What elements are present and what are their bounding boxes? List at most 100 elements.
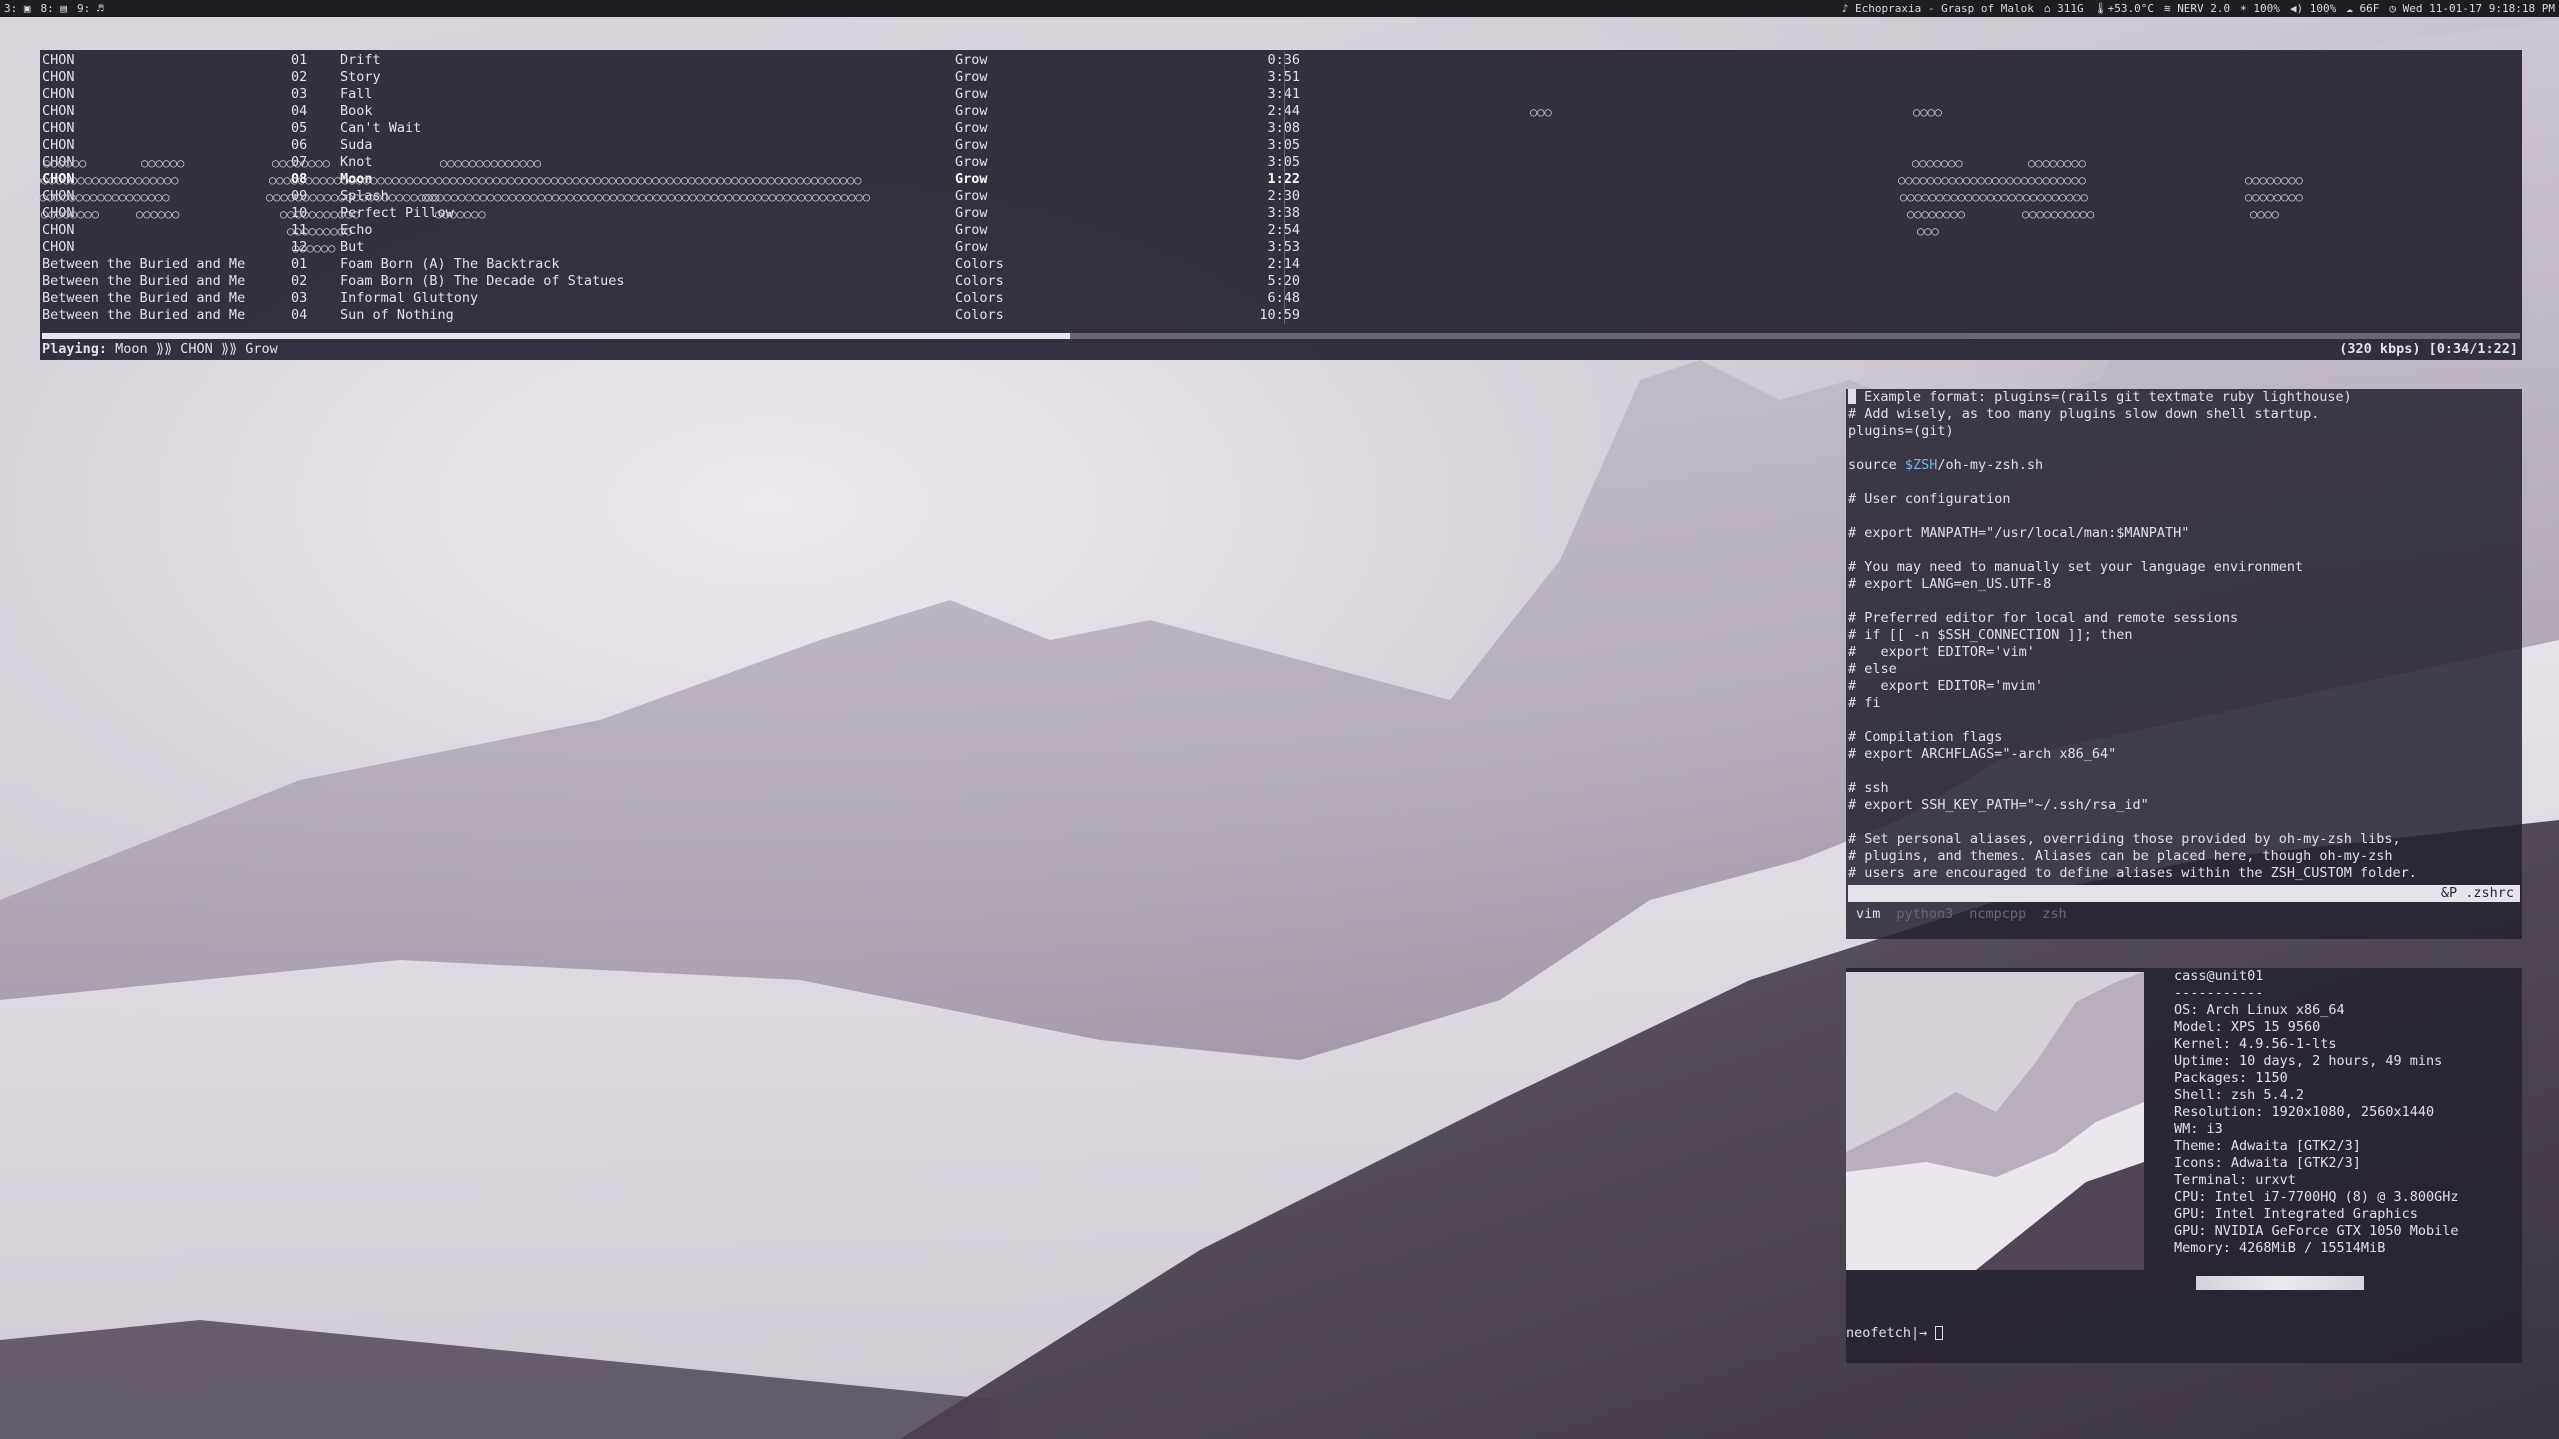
- workspace-9[interactable]: 9: ♬: [77, 0, 104, 17]
- playlist-row[interactable]: CHON 06 Suda Grow 3:05: [42, 137, 1300, 154]
- track-title: Book: [340, 103, 373, 119]
- visualizer-bar: ○○○: [1917, 224, 1939, 238]
- workspace-label: 3:: [4, 2, 18, 15]
- workspace-list: 3: ▣ 8: ▤ 9: ♬: [4, 0, 104, 17]
- vim-line: [1848, 593, 2520, 610]
- vim-text: # if [[ -n $SSH_CONNECTION ]]; then: [1848, 627, 2133, 643]
- track-artist: CHON: [42, 86, 75, 102]
- playlist-row[interactable]: CHON12ButGrow3:53: [42, 239, 1300, 256]
- track-album: Colors: [955, 256, 1004, 272]
- playlist-row[interactable]: CHON11EchoGrow2:54: [42, 222, 1300, 239]
- track-number: 05: [291, 120, 308, 136]
- visualizer-bar: ○○○○: [1913, 105, 1942, 119]
- speaker-icon: ◀): [2289, 2, 2304, 15]
- playlist-row[interactable]: Between the Buried and Me 04 Sun of Nothin…: [42, 307, 1300, 324]
- workspace-8[interactable]: 8: ▤: [41, 0, 68, 17]
- clock-value: Wed 11-01-17 9:18:18 PM: [2402, 2, 2555, 15]
- track-title: Foam Born (B) The Decade of Statues: [340, 273, 625, 289]
- vim-text: # export SSH_KEY_PATH="~/.ssh/rsa_id": [1848, 797, 2149, 813]
- vim-statusline: &P .zshrc: [1848, 885, 2520, 902]
- brightness-icon: ☀: [2240, 2, 2247, 15]
- vim-line: # export LANG=en_US.UTF-8: [1848, 576, 2520, 593]
- player-statusline: Playing: Moon ⟫⟫ CHON ⟫⟫ Grow (320 kbps)…: [42, 340, 2520, 358]
- track-duration: 2:14: [1228, 256, 1300, 273]
- track-number: 01: [291, 256, 308, 272]
- track-album: Grow: [955, 120, 988, 136]
- track-title: But: [340, 239, 365, 255]
- info-line: Shell: zsh 5.4.2: [2174, 1087, 2305, 1103]
- info-line: Uptime: 10 days, 2 hours, 49 mins: [2174, 1053, 2443, 1069]
- track-duration: 3:41: [1228, 86, 1300, 103]
- info-line: Resolution: 1920x1080, 2560x1440: [2174, 1104, 2435, 1120]
- track-title: Knot: [340, 154, 373, 170]
- vim-terminal-window[interactable]: Example format: plugins=(rails git textm…: [1846, 389, 2522, 939]
- vim-line: [1848, 542, 2520, 559]
- shell-prompt[interactable]: neofetch|→: [1846, 1325, 1944, 1342]
- playlist-row[interactable]: CHON 03 Fall Grow 3:41: [42, 86, 1300, 103]
- song-progress-bar[interactable]: [42, 333, 2520, 339]
- separator: ⟫⟫: [155, 341, 173, 357]
- visualizer-bar: ○○○○○○○○○○○○○○○○○○○○: [34, 173, 179, 187]
- vim-line: # export ARCHFLAGS="-arch x86_64": [1848, 746, 2520, 763]
- playlist-row[interactable]: CHON07KnotGrow3:05: [42, 154, 1300, 171]
- playing-artist: CHON: [180, 341, 213, 357]
- audio-visualizer: ○○○ ○○○○ ○○○○○○ ○○○○○○ ○○○○○○○○ ○○○○○○○○○○○○○…: [25, 52, 2500, 322]
- vim-variable: $ZSH: [1904, 457, 1938, 473]
- track-album: Grow: [955, 171, 988, 187]
- info-line: WM: i3: [2174, 1121, 2223, 1137]
- track-artist: Between the Buried and Me: [42, 256, 246, 272]
- track-artist: CHON: [42, 69, 75, 85]
- track-artist: CHON: [42, 137, 75, 153]
- playlist-divider: [1284, 52, 1285, 324]
- vim-text: # export EDITOR='vim': [1848, 644, 2035, 660]
- visualizer-bar: ○○○○: [2250, 207, 2279, 221]
- vim-text: # User configuration: [1848, 491, 2011, 507]
- info-line: Kernel: 4.9.56-1-lts: [2174, 1036, 2337, 1052]
- info-line: Terminal: urxvt: [2174, 1172, 2296, 1188]
- playlist-row[interactable]: Between the Buried and Me 03 Informal Glut…: [42, 290, 1300, 307]
- tmux-tab[interactable]: zsh: [2034, 906, 2074, 923]
- track-artist: Between the Buried and Me: [42, 273, 246, 289]
- vim-buffer[interactable]: Example format: plugins=(rails git textm…: [1848, 389, 2520, 882]
- tmux-tab[interactable]: python3: [1888, 906, 1961, 923]
- track-title: Drift: [340, 52, 381, 68]
- visualizer-bar: ○○○○○○○○○○○○○○○○○○○○: [25, 190, 170, 204]
- music-player-window[interactable]: CHON01DriftGrow0:36CHON02StoryGrow3:51CH…: [25, 50, 2522, 360]
- neofetch-terminal-window[interactable]: cass@unit01 ----------- OS: Arch Linux x…: [1846, 968, 2522, 1363]
- vim-line: # fi: [1848, 695, 2520, 712]
- visualizer-bar: ○○○○○○○○○○○: [280, 207, 360, 221]
- vim-line: # export SSH_KEY_PATH="~/.ssh/rsa_id": [1848, 797, 2520, 814]
- track-duration: 10:59: [1259, 307, 1300, 323]
- top-status-bar: 3: ▣ 8: ▤ 9: ♬ ♪ Echopraxia - Grasp of M…: [0, 0, 2559, 17]
- track-duration: 3:08: [1228, 120, 1300, 137]
- track-album: Colors: [955, 273, 1004, 289]
- track-duration: 6:48: [1228, 290, 1300, 307]
- weather-value: 66F: [2359, 2, 2380, 15]
- playlist-row[interactable]: CHON10Perfect PillowGrow3:38: [42, 205, 1300, 222]
- visualizer-bar: ○○○○○○○○: [1907, 207, 1965, 221]
- track-duration: 1:22: [1228, 171, 1300, 188]
- playlist-row[interactable]: CHON 05 Can't Wait Grow 3:08: [42, 120, 1300, 137]
- visualizer-bar: ○○○○○○○○○○: [2022, 207, 2095, 221]
- playlist-row[interactable]: Between the Buried and Me 01 Foam Born (A)…: [42, 256, 1300, 273]
- visualizer-bar: ○○○: [1530, 105, 1552, 119]
- playlist-row[interactable]: CHON 04 Book Grow 2:44: [42, 103, 1300, 120]
- playing-label: Playing:: [42, 341, 108, 357]
- vim-line: source $ZSH/oh-my-zsh.sh: [1848, 457, 2520, 474]
- track-duration: 5:20: [1228, 273, 1300, 290]
- playlist-row[interactable]: Between the Buried and Me 02 Foam Born (B)…: [42, 273, 1300, 290]
- tmux-tab[interactable]: ncmpcpp: [1961, 906, 2034, 923]
- workspace-3[interactable]: 3: ▣: [4, 0, 31, 17]
- vim-line: # User configuration: [1848, 491, 2520, 508]
- info-line: GPU: NVIDIA GeForce GTX 1050 Mobile: [2174, 1223, 2459, 1239]
- track-album: Grow: [955, 52, 988, 68]
- vim-line: Example format: plugins=(rails git textm…: [1848, 389, 2520, 406]
- playlist-row[interactable]: CHON 02 Story Grow 3:51: [42, 69, 1300, 86]
- tmux-tab[interactable]: vim: [1848, 906, 1888, 923]
- visualizer-bar: ○○○○○○○: [435, 207, 486, 221]
- playlist-row[interactable]: CHON 01 Drift Grow 0:36: [42, 52, 1300, 69]
- info-line: Memory: 4268MiB / 15514MiB: [2174, 1240, 2386, 1256]
- vim-text: Example format: plugins=(rails git textm…: [1856, 389, 2352, 405]
- prompt-text: neofetch|→: [1846, 1325, 1936, 1341]
- vim-line: # Set personal aliases, overriding those…: [1848, 831, 2520, 848]
